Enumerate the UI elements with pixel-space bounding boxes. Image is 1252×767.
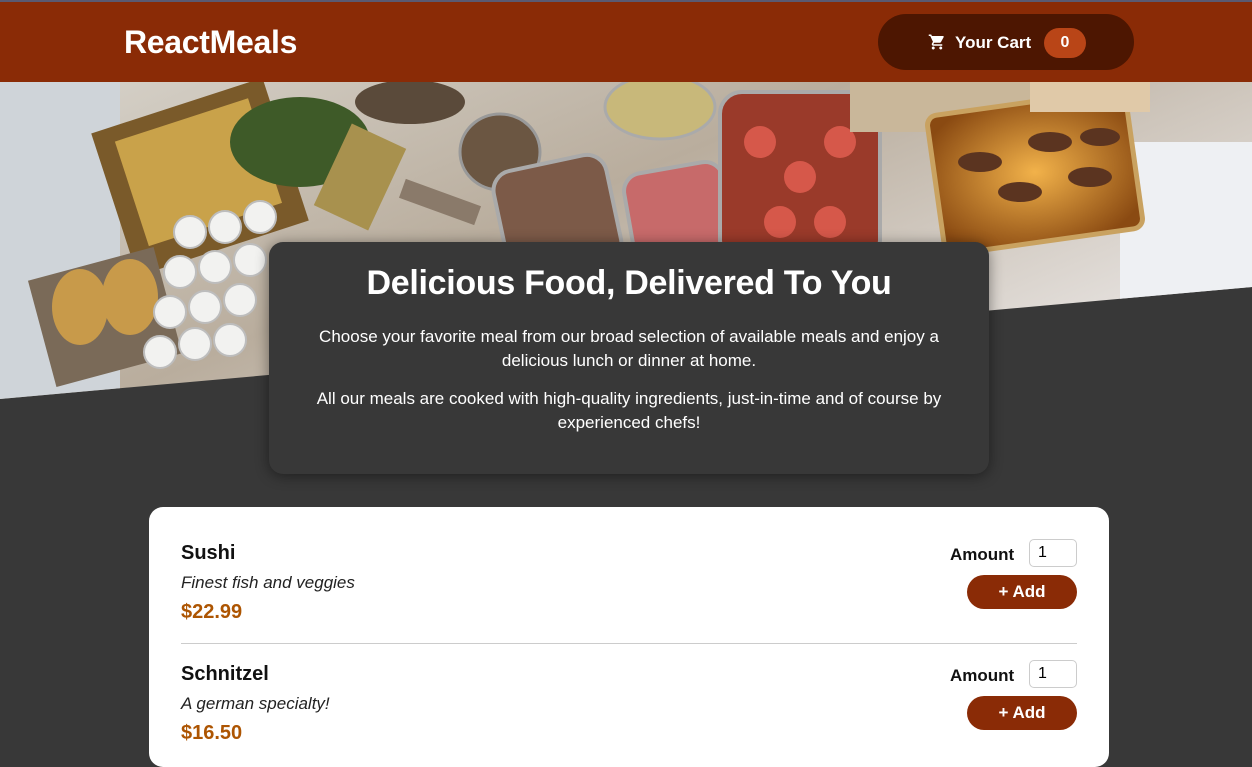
cart-count-badge: 0 xyxy=(1044,28,1086,58)
meal-price: $16.50 xyxy=(181,722,243,744)
cart-button[interactable]: Your Cart 0 xyxy=(878,14,1134,70)
app-logo: ReactMeals xyxy=(124,24,298,60)
cart-icon xyxy=(928,34,944,50)
meals-summary: Delicious Food, Delivered To You Choose … xyxy=(269,242,989,474)
amount-input[interactable] xyxy=(1029,660,1077,688)
cart-label: Your Cart xyxy=(955,33,1032,52)
meal-name: Sushi xyxy=(181,542,236,564)
summary-paragraph: Choose your favorite meal from our broad… xyxy=(319,327,939,370)
meal-item: Sushi Finest fish and veggies $22.99 Amo… xyxy=(181,507,1077,627)
meal-price: $22.99 xyxy=(181,601,243,623)
meal-item: Schnitzel A german specialty! $16.50 Amo… xyxy=(181,628,1077,748)
summary-title: Delicious Food, Delivered To You xyxy=(366,264,892,302)
meal-name: Schnitzel xyxy=(181,663,269,685)
add-to-cart-button[interactable]: + Add xyxy=(967,696,1077,730)
amount-label: Amount xyxy=(950,545,1015,564)
amount-input[interactable] xyxy=(1029,539,1077,567)
app-header: ReactMeals Your Cart 0 xyxy=(0,0,1252,82)
meal-description: Finest fish and veggies xyxy=(181,573,355,592)
summary-paragraph: All our meals are cooked with high-quali… xyxy=(316,389,942,432)
meals-list-card: Sushi Finest fish and veggies $22.99 Amo… xyxy=(149,507,1109,767)
meal-description: A german specialty! xyxy=(181,694,330,713)
add-to-cart-button[interactable]: + Add xyxy=(967,575,1077,609)
amount-label: Amount xyxy=(950,666,1015,685)
